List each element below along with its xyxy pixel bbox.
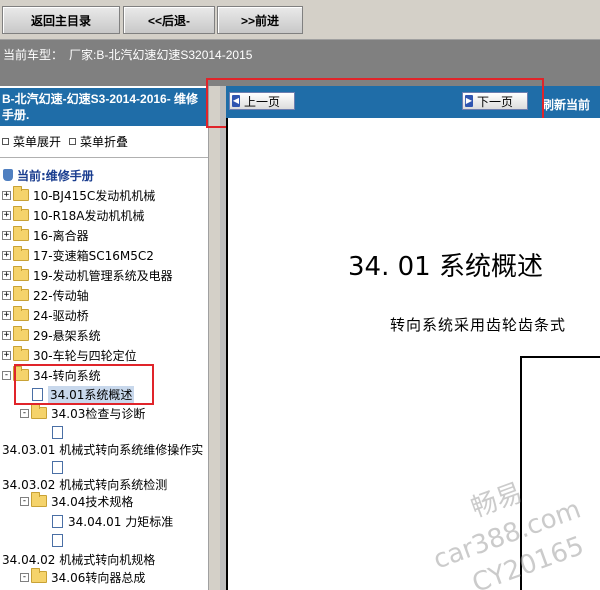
tree-item-label: 10-BJ415C发动机机械	[33, 188, 156, 203]
tree-doc-item[interactable]	[52, 423, 68, 441]
tree-item-label: 34.03.01 机械式转向系统维修操作实	[2, 442, 204, 457]
tree-item-17-gearbox[interactable]: +17-变速箱SC16M5C2	[2, 246, 154, 264]
collapse-minus-icon[interactable]: -	[20, 496, 29, 506]
tree-item-label: 24-驱动桥	[33, 308, 89, 323]
collapse-square-icon	[69, 137, 77, 145]
document-icon	[52, 533, 63, 547]
expand-plus-icon[interactable]: +	[2, 190, 11, 200]
tree-item-label: 22-传动轴	[33, 288, 89, 303]
tree-item-label: 19-发动机管理系统及电器	[33, 268, 173, 283]
tree-item-label: 34.03检查与诊断	[51, 406, 146, 421]
folder-icon	[13, 266, 29, 281]
tree-item-34-03-01[interactable]: 34.03.01 机械式转向系统维修操作实	[2, 440, 203, 458]
collapse-minus-icon[interactable]: -	[20, 408, 29, 418]
expand-plus-icon[interactable]: +	[2, 250, 11, 260]
tree-item-34-03-02[interactable]: 34.03.02 机械式转向系统检测	[2, 475, 167, 493]
tree-item-34-06-steering-gear[interactable]: - 34.06转向器总成	[20, 568, 145, 586]
expand-plus-icon[interactable]: +	[2, 330, 11, 340]
tree-item-34-04-02[interactable]: 34.04.02 机械式转向机规格	[2, 550, 155, 568]
tree-item-label: 10-R18A发动机机械	[33, 208, 145, 223]
document-icon	[52, 460, 63, 474]
expand-square-icon	[2, 137, 9, 145]
tree-item-19-engine-management[interactable]: +19-发动机管理系统及电器	[2, 266, 173, 284]
expand-plus-icon[interactable]: +	[2, 290, 11, 300]
tree-item-30-wheels[interactable]: +30-车轮与四轮定位	[2, 346, 137, 364]
tree-item-label: 17-变速箱SC16M5C2	[33, 248, 154, 263]
tree-item-29-suspension[interactable]: +29-悬架系统	[2, 326, 101, 344]
folder-icon	[13, 306, 29, 321]
expand-plus-icon[interactable]: +	[2, 270, 11, 280]
expand-plus-icon[interactable]: +	[2, 210, 11, 220]
tree-item-10-r18a[interactable]: +10-R18A发动机机械	[2, 206, 144, 224]
menu-expand-button[interactable]: 菜单展开	[13, 133, 61, 150]
tree-item-label: 34.03.02 机械式转向系统检测	[2, 477, 168, 492]
menu-collapse-button[interactable]: 菜单折叠	[80, 133, 128, 150]
top-toolbar: 返回主目录 <<后退- >>前进	[0, 0, 600, 40]
tree-root[interactable]: 当前:维修手册	[3, 166, 94, 184]
collapse-minus-icon[interactable]: -	[20, 572, 29, 582]
back-button[interactable]: <<后退-	[123, 6, 215, 34]
tree-item-label: 34.04技术规格	[51, 494, 134, 509]
tree-item-label: 29-悬架系统	[33, 328, 101, 343]
document-body-text: 转向系统采用齿轮齿条式	[390, 316, 567, 334]
document-icon	[52, 425, 63, 439]
refresh-current-link[interactable]: 刷新当前	[542, 96, 590, 113]
panel-splitter[interactable]	[208, 86, 220, 590]
tree-item-label: 34.04.02 机械式转向机规格	[2, 552, 156, 567]
folder-icon	[13, 226, 29, 241]
tree-doc-item[interactable]	[52, 531, 68, 549]
folder-open-icon	[31, 492, 47, 507]
expand-plus-icon[interactable]: +	[2, 230, 11, 240]
manual-title: B-北汽幻速-幻速S3-2014-2016- 维修手册.	[0, 88, 208, 126]
manual-root-icon	[3, 169, 13, 181]
forward-button[interactable]: >>前进	[217, 6, 303, 34]
tree-item-label: 34.06转向器总成	[51, 570, 146, 585]
document-icon	[52, 514, 63, 528]
menu-controls: 菜单展开 菜单折叠	[0, 132, 208, 150]
tree-item-22-driveshaft[interactable]: +22-传动轴	[2, 286, 89, 304]
tree-item-34-04-01-torque[interactable]: 34.04.01 力矩标准	[52, 512, 173, 530]
current-vehicle-label: 当前车型：	[3, 48, 64, 62]
navigation-panel: B-北汽幻速-幻速S3-2014-2016- 维修手册. 菜单展开 菜单折叠 当…	[0, 86, 208, 590]
tree-root-label: 当前:维修手册	[17, 168, 94, 183]
folder-icon	[13, 346, 29, 361]
highlight-box-tree	[14, 364, 154, 405]
folder-icon	[13, 286, 29, 301]
folder-icon	[13, 206, 29, 221]
tree-item-label: 30-车轮与四轮定位	[33, 348, 137, 363]
folder-icon	[13, 246, 29, 261]
tree-item-24-drive-axle[interactable]: +24-驱动桥	[2, 306, 89, 324]
folder-open-icon	[31, 568, 47, 583]
folder-icon	[13, 326, 29, 341]
expand-plus-icon[interactable]: +	[2, 310, 11, 320]
tree-doc-item[interactable]	[52, 458, 68, 476]
panel-divider	[0, 157, 208, 158]
tree-item-34-03-inspection[interactable]: - 34.03检查与诊断	[20, 404, 145, 422]
tree-item-34-04-specs[interactable]: - 34.04技术规格	[20, 492, 133, 510]
tree-item-10-bj415c[interactable]: +10-BJ415C发动机机械	[2, 186, 155, 204]
tree-item-label: 34.04.01 力矩标准	[68, 514, 174, 529]
document-heading: 34. 01 系统概述	[348, 252, 543, 282]
return-main-menu-button[interactable]: 返回主目录	[2, 6, 120, 34]
folder-icon	[13, 186, 29, 201]
expand-plus-icon[interactable]: +	[2, 350, 11, 360]
collapse-minus-icon[interactable]: -	[2, 370, 11, 380]
folder-open-icon	[31, 404, 47, 419]
current-vehicle-value: 厂家:B-北汽幻速幻速S32014-2015	[69, 48, 253, 62]
tree-item-label: 16-离合器	[33, 228, 89, 243]
tree-item-16-clutch[interactable]: +16-离合器	[2, 226, 89, 244]
